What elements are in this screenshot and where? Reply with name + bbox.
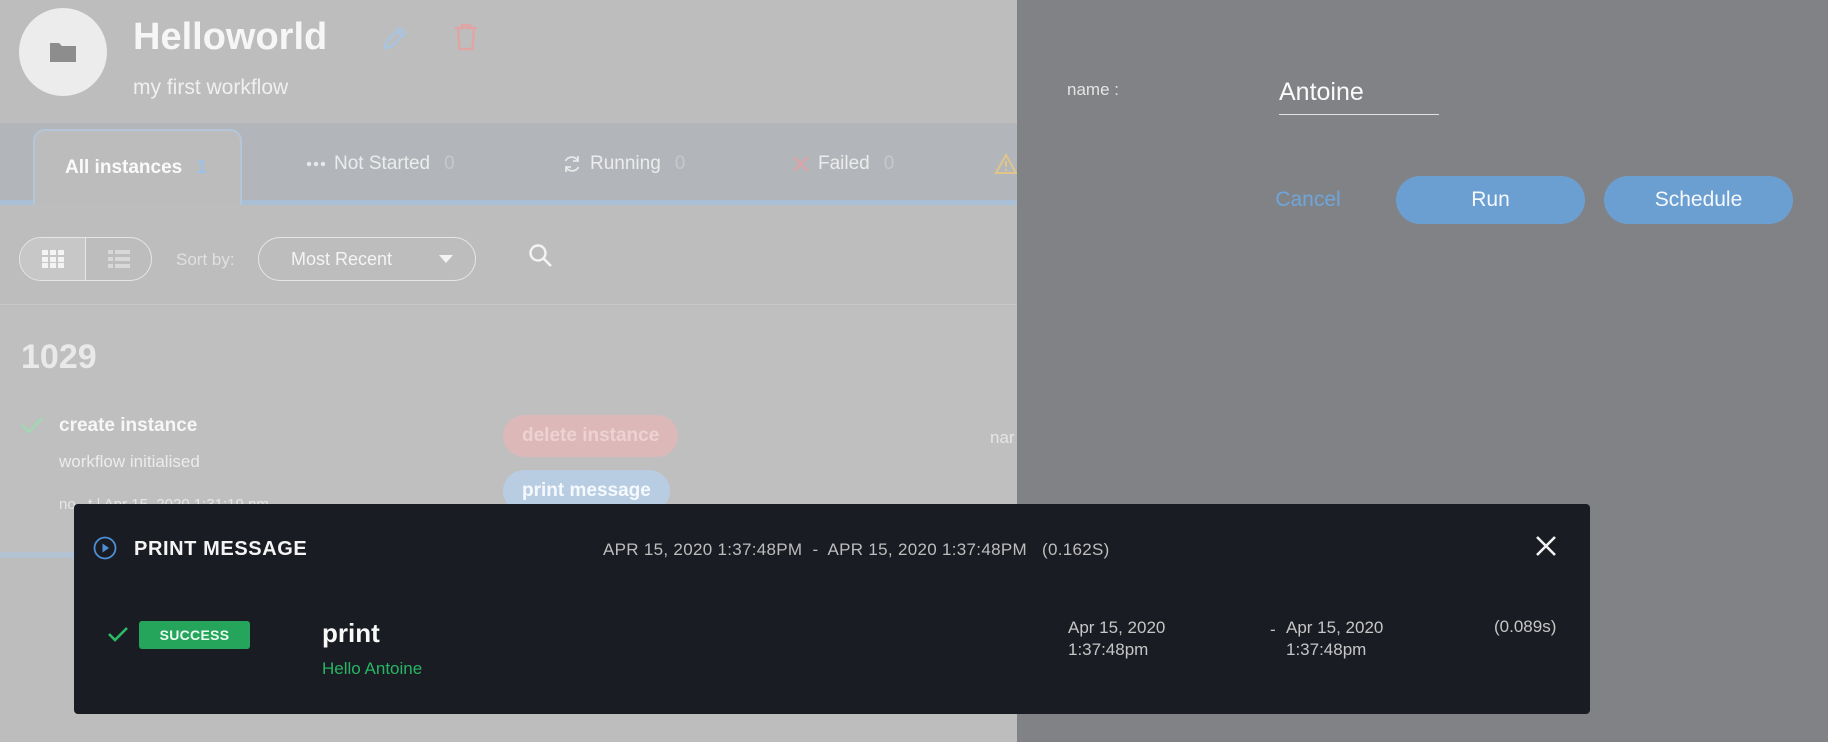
step-title: create instance [59, 415, 198, 436]
list-icon [107, 250, 130, 268]
search-icon[interactable] [528, 243, 554, 269]
task-start-clock: 1:37:48pm [1068, 640, 1149, 659]
trash-icon[interactable] [453, 22, 479, 52]
check-icon [21, 417, 43, 434]
modal-end-time: APR 15, 2020 1:37:48PM [827, 540, 1027, 559]
task-end-time: Apr 15, 2020 1:37:48pm [1286, 617, 1383, 661]
task-end-date: Apr 15, 2020 [1286, 618, 1384, 637]
workflow-subtitle: my first workflow [133, 76, 289, 99]
tab-warning[interactable] [994, 123, 1017, 205]
step-subtitle: workflow initialised [59, 452, 200, 471]
tab-label: All instances [65, 157, 183, 178]
modal-duration: (0.162S) [1042, 540, 1110, 559]
delete-instance-button[interactable]: delete instance [503, 415, 679, 457]
task-duration: (0.089s) [1494, 617, 1557, 636]
task-time-separator: - [1270, 620, 1276, 639]
task-name: print [322, 618, 380, 648]
folder-icon [50, 43, 76, 62]
modal-time-separator: - [812, 540, 819, 559]
grid-icon [41, 250, 64, 268]
modal-time-range: APR 15, 2020 1:37:48PM - APR 15, 2020 1:… [603, 540, 1110, 560]
tab-label: Not Started [334, 153, 431, 174]
more-dots-icon [306, 161, 326, 167]
check-icon [108, 627, 128, 642]
list-view-button[interactable] [86, 238, 151, 280]
play-circle-icon [93, 536, 117, 560]
sort-select[interactable]: Most Recent [258, 237, 476, 281]
tab-label: Failed [818, 153, 870, 174]
modal-start-time: APR 15, 2020 1:37:48PM [603, 540, 803, 559]
tab-count: 0 [674, 153, 686, 174]
close-icon[interactable] [1534, 534, 1558, 558]
param-label: name : [1067, 80, 1119, 99]
run-button[interactable]: Run [1396, 176, 1585, 224]
schedule-button[interactable]: Schedule [1604, 176, 1793, 224]
name-field[interactable] [1279, 70, 1439, 115]
workflow-title: Helloworld [133, 16, 328, 58]
caret-down-icon [439, 255, 453, 263]
sort-label: Sort by: [176, 250, 235, 269]
instances-toolbar: Sort by: Most Recent [0, 205, 1017, 305]
sort-value: Most Recent [291, 248, 393, 269]
task-start-time: Apr 15, 2020 1:37:48pm [1068, 617, 1165, 661]
modal-title: PRINT MESSAGE [134, 538, 308, 560]
tab-count: 0 [444, 153, 455, 174]
status-badge: SUCCESS [139, 621, 250, 649]
grid-view-button[interactable] [20, 238, 86, 280]
instance-tabs: All instances 1 Not Started 0 Running 0 … [0, 123, 1017, 205]
task-start-date: Apr 15, 2020 [1068, 618, 1166, 637]
tab-count: 0 [883, 153, 895, 174]
tab-count: 1 [196, 157, 207, 178]
x-mark-icon [793, 156, 809, 172]
tab-label: Running [590, 153, 661, 174]
refresh-icon [564, 156, 580, 172]
tab-all-instances[interactable]: All instances 1 [33, 129, 242, 205]
cancel-button[interactable]: Cancel [1249, 176, 1367, 224]
workflow-avatar [19, 8, 107, 96]
pencil-icon[interactable] [380, 23, 410, 53]
tab-not-started[interactable]: Not Started 0 [306, 123, 455, 205]
warning-icon [994, 153, 1017, 174]
tab-failed[interactable]: Failed 0 [792, 123, 894, 205]
task-output: Hello Antoine [322, 659, 423, 678]
view-toggle [19, 237, 152, 281]
task-end-clock: 1:37:48pm [1286, 640, 1367, 659]
task-result-modal: PRINT MESSAGE APR 15, 2020 1:37:48PM - A… [74, 504, 1590, 714]
tab-running[interactable]: Running 0 [562, 123, 685, 205]
instance-id: 1029 [21, 338, 97, 376]
truncated-label: nar [990, 428, 1015, 447]
